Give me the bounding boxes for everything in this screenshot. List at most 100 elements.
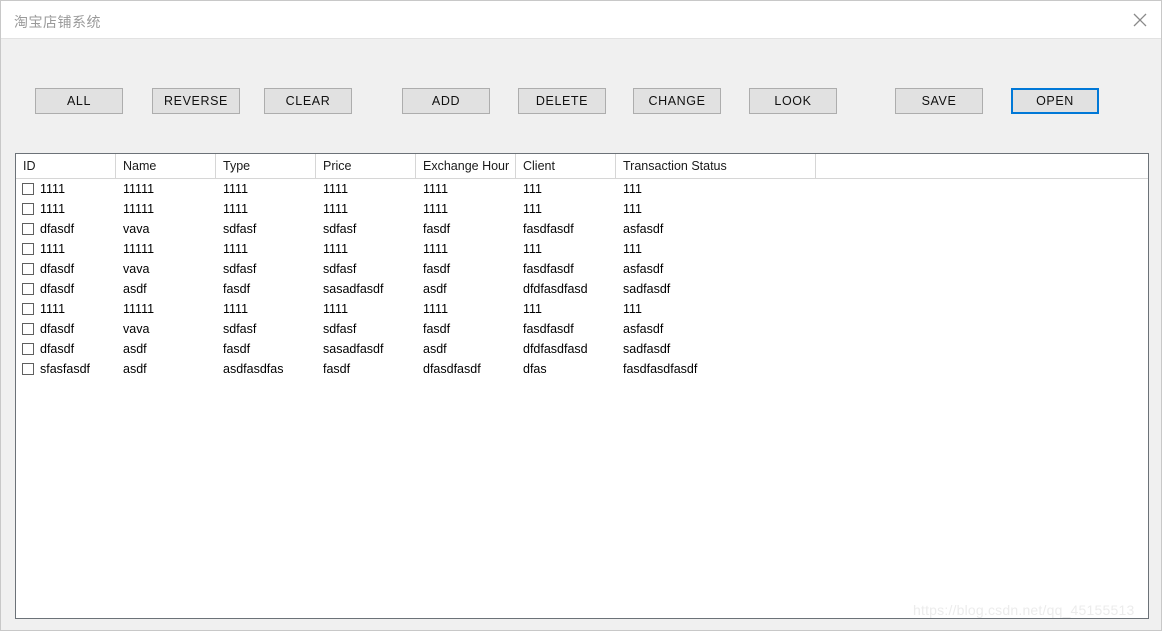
toolbar-button-change[interactable]: CHANGE [633,88,721,114]
table-cell: 1111 [40,182,66,196]
column-header-name[interactable]: Name [116,154,216,178]
table-cell: sasadfasdf [323,342,384,356]
table-row[interactable]: dfasdf asdf fasdf sasadfasdf asdf dfdfasdfasd… [16,339,1148,359]
table-row[interactable]: 1111 11111 1111 1111 1111 111 111 [16,299,1148,319]
table-header-row: ID Name Type Price Exchange Hour Client Transa… [16,154,1148,179]
table-cell: 111 [623,242,643,256]
table-cell: 1111 [323,242,349,256]
row-checkbox[interactable] [22,343,34,355]
window-title: 淘宝店铺系统 [14,14,101,30]
table-cell: sdfasf [323,222,357,236]
column-header-client[interactable]: Client [516,154,616,178]
table-cell: asdf [123,362,147,376]
table-row[interactable]: 1111 11111 1111 1111 1111 111 111 [16,239,1148,259]
table-cell: dfasdfasdf [423,362,481,376]
column-header-price[interactable]: Price [316,154,416,178]
toolbar-button-save[interactable]: SAVE [895,88,983,114]
table-row[interactable]: 1111 11111 1111 1111 1111 111 111 [16,179,1148,199]
table-cell: sdfasf [323,262,357,276]
table-cell: asdfasdfas [223,362,284,376]
toolbar-button-clear[interactable]: CLEAR [264,88,352,114]
table-cell: asdf [123,342,147,356]
table-cell: dfasdf [40,342,75,356]
table-cell: asdf [123,282,147,296]
table-cell: sadfasdf [623,282,671,296]
table-cell: fasdf [423,222,451,236]
table-cell: asfasdf [623,222,664,236]
table-cell: fasdfasdf [523,322,574,336]
row-checkbox[interactable] [22,263,34,275]
toolbar-button-reverse[interactable]: REVERSE [152,88,240,114]
table-cell: asfasdf [623,322,664,336]
table-cell: sdfasf [223,262,257,276]
table-cell: vava [123,322,150,336]
table-cell: 1111 [423,202,449,216]
table-cell: 1111 [323,202,349,216]
table-cell: dfasdf [40,222,75,236]
toolbar-button-look[interactable]: LOOK [749,88,837,114]
row-checkbox[interactable] [22,183,34,195]
column-header-type[interactable]: Type [216,154,316,178]
table-cell: 1111 [423,302,449,316]
table-row[interactable]: dfasdf vava sdfasf sdfasf fasdf fasdfasdf asfa… [16,219,1148,239]
row-checkbox[interactable] [22,243,34,255]
table-cell: vava [123,222,150,236]
table-cell: 1111 [223,242,249,256]
table-cell: dfdfasdfasd [523,342,588,356]
table-cell: 111 [623,302,643,316]
table-row[interactable]: sfasfasdf asdf asdfasdfas fasdf dfasdfasdf df… [16,359,1148,379]
table-body: 1111 11111 1111 1111 1111 111 111 1111 11111 1111… [16,179,1148,379]
table-cell: fasdf [223,342,251,356]
table-cell: dfdfasdfasd [523,282,588,296]
table-row[interactable]: dfasdf vava sdfasf sdfasf fasdf fasdfasdf asfa… [16,319,1148,339]
column-header-transaction-status[interactable]: Transaction Status [616,154,816,178]
row-checkbox[interactable] [22,363,34,375]
records-table: ID Name Type Price Exchange Hour Client Transa… [15,153,1149,619]
table-row[interactable]: dfasdf asdf fasdf sasadfasdf asdf dfdfasdfasd… [16,279,1148,299]
table-cell: 11111 [123,182,155,196]
table-cell: 1111 [323,182,349,196]
toolbar-button-add[interactable]: ADD [402,88,490,114]
table-cell: sdfasf [223,322,257,336]
column-header-exchange-hour[interactable]: Exchange Hour [416,154,516,178]
row-checkbox[interactable] [22,223,34,235]
toolbar-button-delete[interactable]: DELETE [518,88,606,114]
row-checkbox[interactable] [22,303,34,315]
row-checkbox[interactable] [22,203,34,215]
table-cell: 111 [523,302,543,316]
toolbar-button-all[interactable]: ALL [35,88,123,114]
table-cell: sadfasdf [623,342,671,356]
table-cell: 1111 [223,302,249,316]
table-cell: 111 [523,202,543,216]
table-cell: fasdf [223,282,251,296]
table-cell: fasdf [423,322,451,336]
table-cell: fasdfasdf [523,262,574,276]
table-cell: sdfasf [223,222,257,236]
table-cell: asfasdf [623,262,664,276]
table-cell: dfasdf [40,262,75,276]
app-window: 淘宝店铺系统 ALL REVERSE CLEAR ADD DELETE CHANGE LOO… [0,0,1162,631]
close-icon[interactable] [1117,1,1161,38]
table-cell: 1111 [223,202,249,216]
row-checkbox[interactable] [22,323,34,335]
table-cell: 111 [623,182,643,196]
table-cell: 1111 [323,302,349,316]
column-header-id[interactable]: ID [16,154,116,178]
table-cell: sfasfasdf [40,362,91,376]
table-cell: 1111 [40,302,66,316]
table-cell: 1111 [40,202,66,216]
table-cell: 11111 [123,202,155,216]
table-cell: sasadfasdf [323,282,384,296]
title-bar: 淘宝店铺系统 [1,1,1161,39]
toolbar-button-open[interactable]: OPEN [1011,88,1099,114]
table-cell: asdf [423,342,447,356]
row-checkbox[interactable] [22,283,34,295]
table-cell: dfas [523,362,547,376]
toolbar: ALL REVERSE CLEAR ADD DELETE CHANGE LOOK SAVE OP… [2,39,1161,145]
table-cell: fasdf [423,262,451,276]
table-row[interactable]: 1111 11111 1111 1111 1111 111 111 [16,199,1148,219]
table-cell: 1111 [223,182,249,196]
table-cell: 11111 [123,242,155,256]
table-row[interactable]: dfasdf vava sdfasf sdfasf fasdf fasdfasdf asfa… [16,259,1148,279]
table-cell: dfasdf [40,322,75,336]
